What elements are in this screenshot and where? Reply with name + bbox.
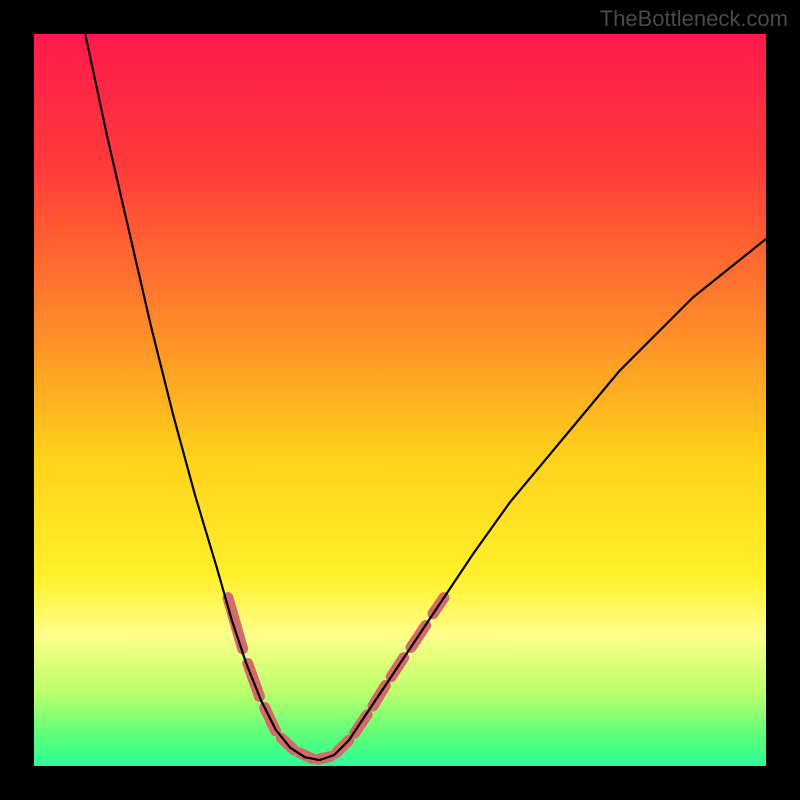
plot-area	[34, 34, 766, 766]
watermark-text: TheBottleneck.com	[600, 6, 788, 32]
highlight-segments	[228, 598, 444, 760]
curve-layer	[34, 34, 766, 766]
chart-frame: TheBottleneck.com	[0, 0, 800, 800]
bottleneck-curve	[85, 34, 766, 760]
